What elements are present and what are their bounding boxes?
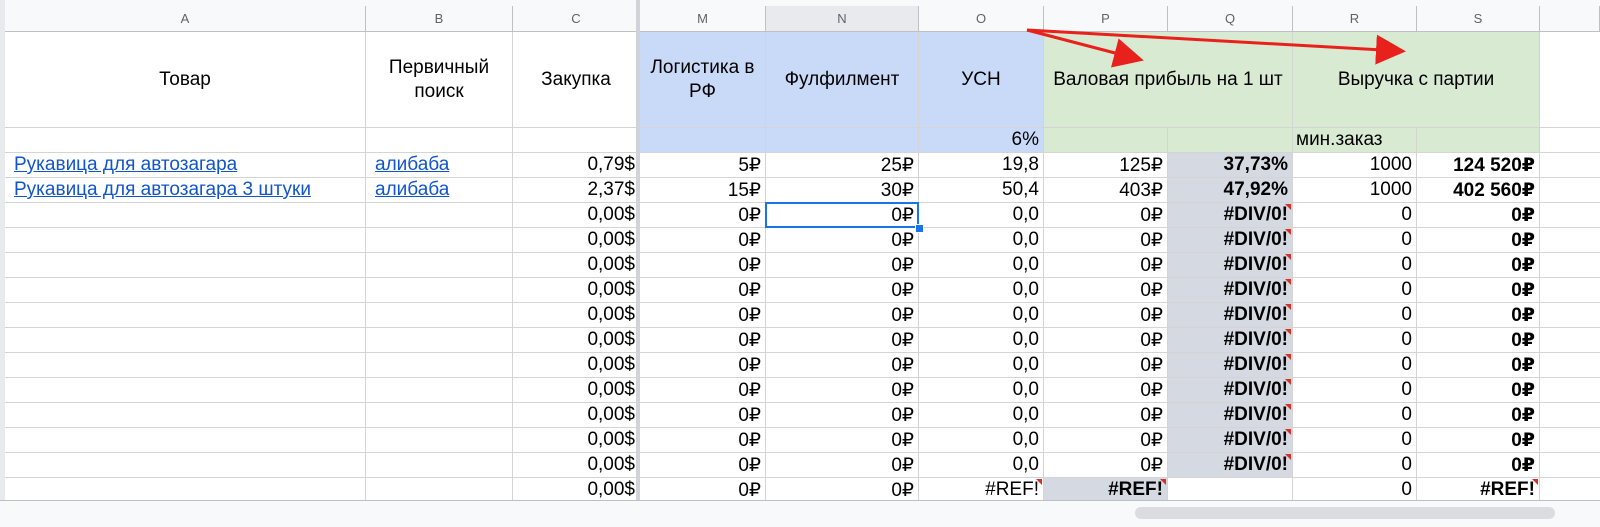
- horizontal-scrollbar[interactable]: [0, 500, 1600, 527]
- scrollbar-thumb[interactable]: [1135, 507, 1555, 519]
- annotation-arrows: [1026, 28, 1406, 68]
- arrow-to-vyruchka: [1026, 28, 1406, 65]
- fill-handle[interactable]: [915, 224, 924, 233]
